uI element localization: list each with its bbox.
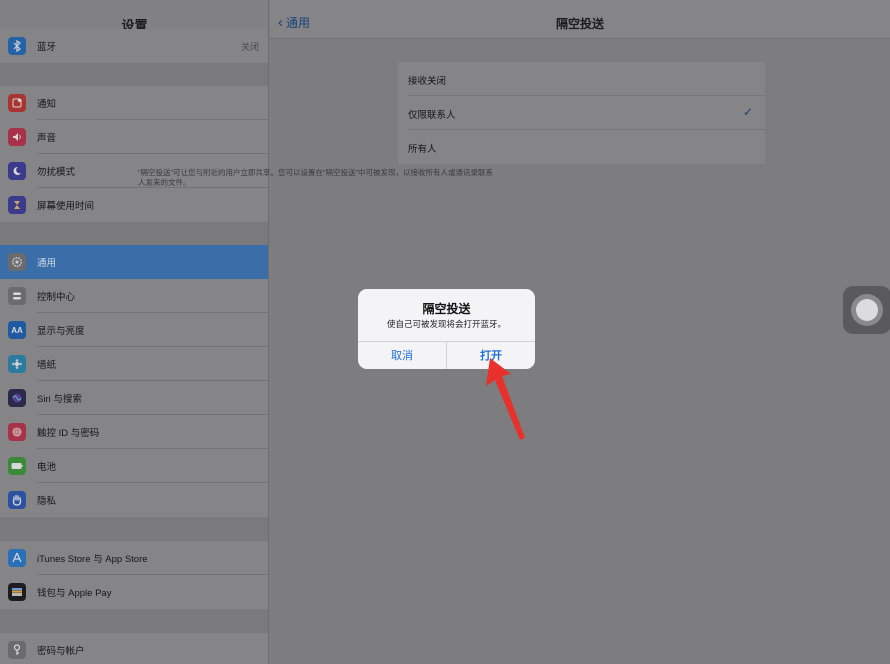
control-center-icon bbox=[8, 287, 26, 305]
sidebar-item-privacy[interactable]: 隐私 bbox=[0, 483, 268, 517]
sound-icon bbox=[8, 128, 26, 146]
sidebar-item-label: 密码与帐户 bbox=[37, 646, 85, 657]
sidebar-item-label: 蓝牙 bbox=[37, 42, 57, 53]
sidebar-item-label: Siri 与搜索 bbox=[37, 394, 82, 405]
sidebar-group-store: iTunes Store 与 App Store 钱包与 Apple Pay bbox=[0, 541, 268, 609]
sidebar-group-accounts: 密码与帐户 bbox=[0, 633, 268, 664]
sidebar-item-label: 控制中心 bbox=[37, 292, 76, 303]
key-icon bbox=[8, 641, 26, 659]
sidebar-item-label: 通用 bbox=[37, 258, 57, 269]
sidebar-item-label: 触控 ID 与密码 bbox=[37, 428, 100, 439]
settings-sidebar: 设置 蓝牙 关闭 通知 声音 勿扰模式 屏幕使用时间 通用 控制中心 AA 显示… bbox=[0, 0, 269, 664]
wallpaper-icon bbox=[8, 355, 26, 373]
option-receiving-off[interactable]: 接收关闭 bbox=[398, 62, 765, 96]
sidebar-item-label: 屏幕使用时间 bbox=[37, 201, 95, 212]
option-label: 接收关闭 bbox=[408, 76, 447, 87]
sidebar-item-app-store[interactable]: iTunes Store 与 App Store bbox=[0, 541, 268, 575]
page-title: 隔空投送 bbox=[555, 17, 604, 31]
alert-message: 使自己可被发现将会打开蓝牙。 bbox=[386, 319, 506, 329]
sidebar-item-label: iTunes Store 与 App Store bbox=[37, 554, 148, 565]
sidebar-item-screen-time[interactable]: 屏幕使用时间 bbox=[0, 188, 268, 222]
alert-title: 隔空投送 bbox=[422, 302, 471, 316]
option-contacts-only[interactable]: 仅限联系人 ✓ bbox=[398, 96, 765, 130]
sidebar-item-notifications[interactable]: 通知 bbox=[0, 86, 268, 120]
airdrop-footnote: “隔空投送”可让您与附近的用户立即共享。您可以设置在“隔空投送”中可被发现，以接… bbox=[138, 168, 493, 187]
sidebar-item-wallet[interactable]: 钱包与 Apple Pay bbox=[0, 575, 268, 609]
display-icon: AA bbox=[8, 321, 26, 339]
bluetooth-icon bbox=[8, 37, 26, 55]
sidebar-item-label: 声音 bbox=[37, 133, 57, 144]
sidebar-group-notifications: 通知 声音 勿扰模式 屏幕使用时间 bbox=[0, 86, 268, 222]
navigation-bar: ‹ 通用 隔空投送 bbox=[270, 0, 890, 39]
sidebar-item-battery[interactable]: 电池 bbox=[0, 449, 268, 483]
sidebar-item-sounds[interactable]: 声音 bbox=[0, 120, 268, 154]
sidebar-item-label: 通知 bbox=[37, 99, 57, 110]
bluetooth-status-value: 关闭 bbox=[240, 41, 259, 52]
gear-icon bbox=[8, 253, 26, 271]
siri-icon bbox=[8, 389, 26, 407]
sidebar-item-label: 隐私 bbox=[37, 496, 57, 507]
sidebar-group-general: 通用 控制中心 AA 显示与亮度 墙纸 Siri 与搜索 触控 ID 与密码 电… bbox=[0, 245, 268, 517]
sidebar-item-label: 勿扰模式 bbox=[37, 167, 76, 178]
option-label: 仅限联系人 bbox=[408, 110, 456, 121]
sidebar-item-siri-search[interactable]: Siri 与搜索 bbox=[0, 381, 268, 415]
sidebar-item-label: 钱包与 Apple Pay bbox=[37, 588, 112, 599]
sidebar-item-touch-id[interactable]: 触控 ID 与密码 bbox=[0, 415, 268, 449]
battery-icon bbox=[8, 457, 26, 475]
cancel-button[interactable]: 取消 bbox=[358, 341, 446, 369]
sidebar-group-connectivity: 蓝牙 关闭 bbox=[0, 29, 268, 63]
sidebar-item-display-brightness[interactable]: AA 显示与亮度 bbox=[0, 313, 268, 347]
notifications-icon bbox=[8, 94, 26, 112]
option-everyone[interactable]: 所有人 bbox=[398, 130, 765, 164]
sidebar-item-passwords-accounts[interactable]: 密码与帐户 bbox=[0, 633, 268, 664]
option-label: 所有人 bbox=[408, 144, 437, 155]
sidebar-item-bluetooth[interactable]: 蓝牙 关闭 bbox=[0, 29, 268, 63]
sidebar-item-label: 电池 bbox=[37, 462, 57, 473]
moon-icon bbox=[8, 162, 26, 180]
hand-icon bbox=[8, 491, 26, 509]
sidebar-item-label: 墙纸 bbox=[37, 360, 57, 371]
airdrop-options-list: 接收关闭 仅限联系人 ✓ 所有人 bbox=[398, 62, 765, 164]
assistive-touch-ring bbox=[851, 294, 883, 326]
sidebar-item-general[interactable]: 通用 bbox=[0, 245, 268, 279]
hourglass-icon bbox=[8, 196, 26, 214]
sidebar-item-control-center[interactable]: 控制中心 bbox=[0, 279, 268, 313]
checkmark-icon: ✓ bbox=[742, 105, 753, 119]
fingerprint-icon bbox=[8, 423, 26, 441]
red-arrow-annotation bbox=[486, 358, 525, 440]
app-store-icon bbox=[8, 549, 26, 567]
sidebar-item-wallpaper[interactable]: 墙纸 bbox=[0, 347, 268, 381]
wallet-icon bbox=[8, 583, 26, 601]
assistive-touch-button[interactable] bbox=[843, 286, 890, 334]
sidebar-item-label: 显示与亮度 bbox=[37, 326, 85, 337]
